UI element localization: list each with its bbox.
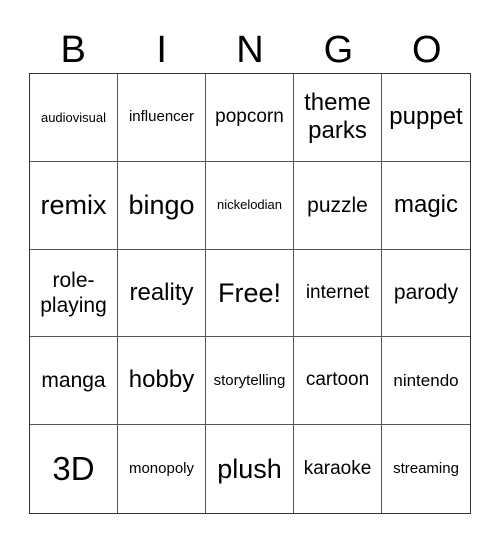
bingo-cell[interactable]: plush [206, 425, 294, 513]
header-letter-o: O [412, 29, 442, 71]
header-letter-b: B [60, 29, 86, 71]
bingo-cell[interactable]: 3D [30, 425, 118, 513]
bingo-cell-free[interactable]: Free! [206, 249, 294, 338]
bingo-cell[interactable]: parody [382, 250, 470, 338]
bingo-cell[interactable]: role-playing [30, 249, 118, 338]
bingo-cell[interactable]: puppet [382, 74, 470, 162]
bingo-cell[interactable]: hobby [118, 337, 206, 426]
bingo-cell[interactable]: nickelodian [206, 161, 294, 250]
bingo-grid: audiovisual influencer popcorn theme parks p… [29, 73, 471, 514]
bingo-cell[interactable]: puzzle [294, 161, 382, 250]
header-letter-g: G [323, 29, 354, 71]
bingo-cell[interactable]: nintendo [382, 337, 470, 426]
bingo-cell[interactable]: bingo [118, 161, 206, 250]
bingo-cell[interactable]: influencer [118, 74, 206, 162]
bingo-cell[interactable]: streaming [382, 425, 470, 513]
bingo-header: B I N G O [29, 28, 471, 72]
bingo-cell[interactable]: cartoon [294, 337, 382, 426]
bingo-cell[interactable]: internet [294, 249, 382, 338]
bingo-cell[interactable]: reality [118, 249, 206, 338]
bingo-cell[interactable]: manga [30, 337, 118, 426]
bingo-cell[interactable]: magic [382, 162, 470, 250]
bingo-cell[interactable]: monopoly [118, 425, 206, 513]
bingo-cell[interactable]: theme parks [294, 74, 382, 162]
header-letter-n: N [236, 29, 264, 71]
bingo-cell[interactable]: storytelling [206, 337, 294, 426]
bingo-cell[interactable]: karaoke [294, 425, 382, 513]
bingo-cell[interactable]: popcorn [206, 74, 294, 162]
bingo-cell[interactable]: remix [30, 161, 118, 250]
bingo-cell[interactable]: audiovisual [30, 74, 118, 162]
header-letter-i: I [156, 29, 167, 71]
